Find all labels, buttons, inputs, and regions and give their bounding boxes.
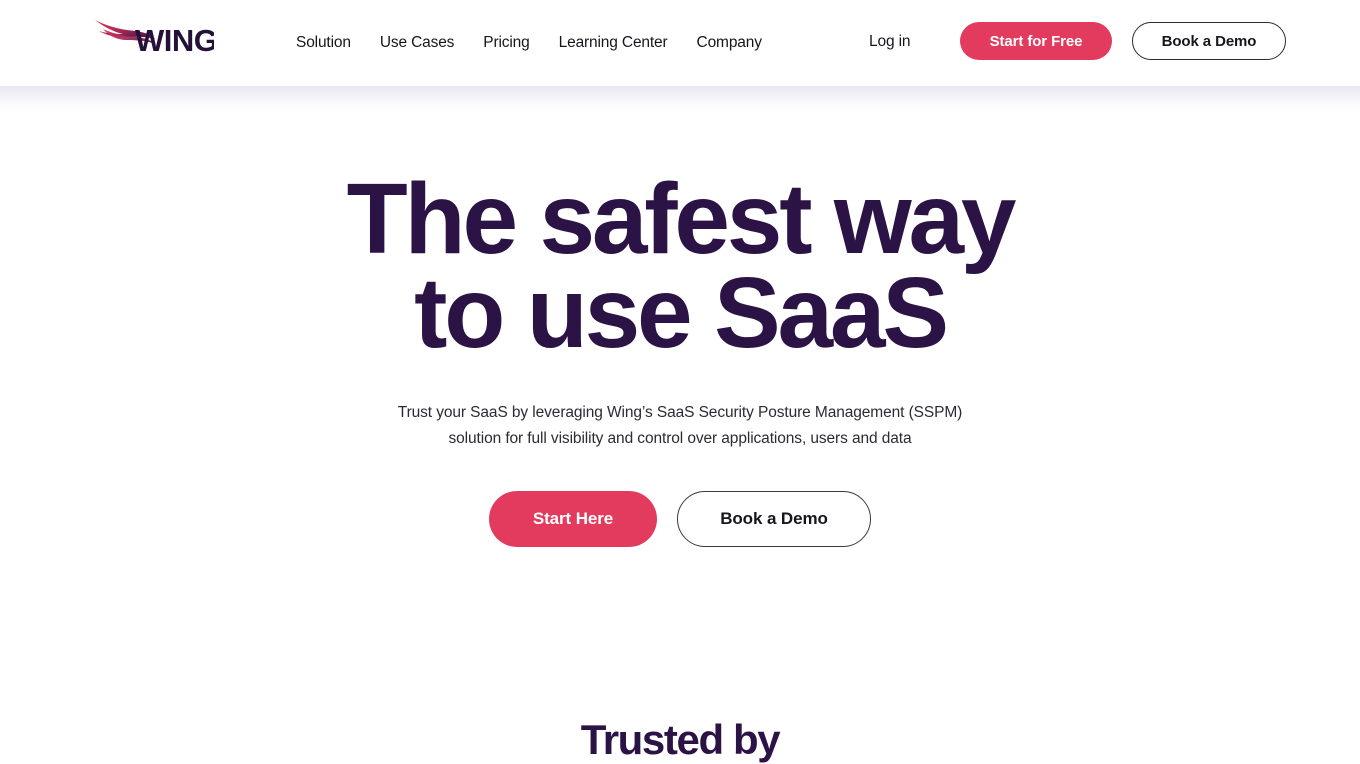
nav-item-use-cases[interactable]: Use Cases [380,34,455,52]
hero-cta-row: Start Here Book a Demo [0,491,1360,547]
nav-item-company[interactable]: Company [697,34,762,52]
hero-subtitle: Trust your SaaS by leveraging Wing’s Saa… [0,400,1360,452]
nav-item-learning-center[interactable]: Learning Center [559,34,668,52]
headline-line-1: The safest way [346,163,1017,275]
subtitle-line-1: Trust your SaaS by leveraging Wing’s Saa… [397,404,963,421]
header-book-demo-button[interactable]: Book a Demo [1132,22,1286,60]
wing-logo[interactable]: WING [92,14,214,60]
subtitle-line-2: solution for full visibility and control… [448,430,912,448]
wing-wordmark: WING [135,23,214,58]
main-nav: Solution Use Cases Pricing Learning Cent… [296,0,762,86]
headline-line-2: to use SaaS [414,257,949,369]
page-title: The safest way to use SaaS [0,163,1360,369]
header-shadow-divider [0,86,1360,112]
hero-book-demo-button[interactable]: Book a Demo [677,491,871,547]
login-link[interactable]: Log in [869,33,910,51]
start-here-button[interactable]: Start Here [489,491,657,547]
nav-item-solution[interactable]: Solution [296,34,351,52]
start-for-free-button[interactable]: Start for Free [960,22,1112,60]
trusted-by-heading: Trusted by [580,716,781,763]
nav-item-pricing[interactable]: Pricing [483,34,529,52]
site-header: WING Solution Use Cases Pricing Learning… [0,0,1360,86]
hero-section: The safest way to use SaaS Trust your Sa… [0,86,1360,764]
